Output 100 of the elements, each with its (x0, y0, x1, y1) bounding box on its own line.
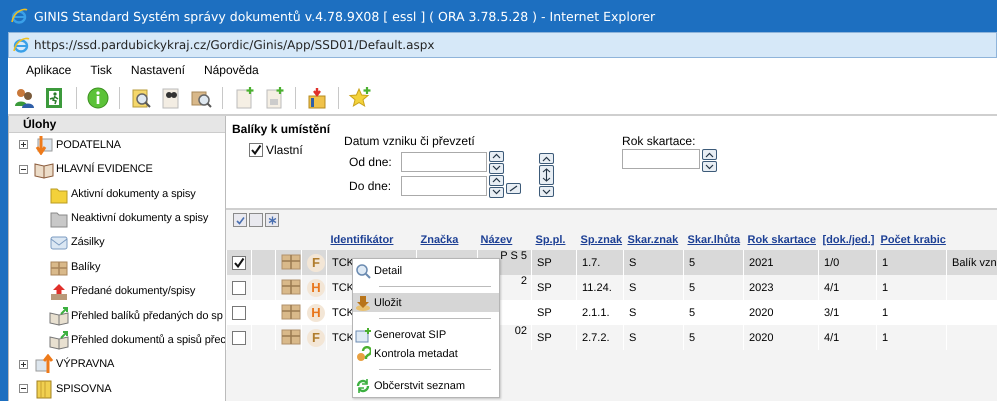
table-cell: SP (537, 282, 552, 294)
tree-item[interactable]: Neaktivní dokumenty a spisy (71, 212, 208, 224)
column-header[interactable]: Skar.znak (628, 234, 678, 246)
column-header[interactable]: Název (480, 234, 512, 246)
caret-up-icon (542, 156, 552, 162)
column-header[interactable]: Rok skartace (748, 234, 816, 246)
menu-item[interactable]: Generovat SIP (353, 325, 499, 344)
table-cell: 5 (689, 332, 696, 344)
from-date-field[interactable] (401, 152, 488, 172)
table-cell: 4/1 (824, 282, 840, 294)
column-header[interactable]: [dok./jed.] (822, 234, 874, 246)
menu-item[interactable]: Detail (353, 261, 499, 280)
column-header[interactable]: Značka (420, 234, 458, 246)
table-cell-text: 02 (514, 325, 527, 337)
menu-item[interactable]: Tisk (82, 63, 123, 77)
menu-item[interactable]: Uložit (353, 293, 499, 312)
expand-icon[interactable] (19, 140, 28, 150)
tree-item[interactable]: Balíky (71, 260, 100, 273)
tree-item[interactable]: Zásilky (71, 236, 105, 248)
refresh-icon (355, 378, 371, 394)
caret-up-icon (705, 152, 714, 158)
row-checkbox[interactable] (232, 306, 246, 320)
up-arrow-button[interactable] (489, 174, 504, 186)
tree-item[interactable]: HLAVNÍ EVIDENCE (56, 163, 153, 176)
collapse-icon[interactable] (19, 164, 28, 174)
column-header[interactable]: Sp.znak (580, 234, 622, 246)
table-cell: SP (537, 256, 552, 268)
upload-arrow-icon (49, 281, 69, 302)
info-icon[interactable] (85, 85, 111, 111)
browser-logo-icon (12, 36, 30, 54)
address-bar[interactable]: https://ssd.pardubickykraj.cz/Gordic/Ginis/App/SSD01/Default.aspx (8, 32, 997, 58)
down-arrow-button[interactable] (539, 186, 554, 197)
question-mark-icon (355, 346, 371, 362)
row-checkbox[interactable] (232, 256, 246, 270)
table-cell: 2020 (749, 306, 774, 318)
type-letter: F (307, 254, 325, 272)
table-cell: 2.1.1. (582, 306, 610, 318)
own-checkbox[interactable] (249, 143, 263, 157)
check-all-button[interactable] (233, 213, 247, 227)
type-letter: H (307, 278, 325, 296)
menu-item[interactable]: Nastavení (122, 63, 196, 77)
tree-item[interactable]: SPISOVNA (56, 382, 112, 395)
type-letter: H (307, 304, 325, 322)
tree-item[interactable]: Přehled balíků předaných do sp (71, 310, 223, 322)
table-cell: 1.7. (582, 256, 600, 268)
table-cell: S (629, 282, 636, 294)
parcel-icon (281, 302, 301, 320)
table-cell: 1 (882, 332, 888, 344)
table-cell-text: 2 (520, 275, 527, 287)
browser-logo-icon (10, 7, 28, 25)
filter-title: Balíky k umístění (232, 122, 330, 136)
tree-item[interactable]: PODATELNA (56, 138, 121, 151)
up-arrow-button[interactable] (539, 153, 554, 164)
table-cell: 5 (689, 282, 696, 294)
expand-icon[interactable] (19, 360, 28, 369)
archive-icon (34, 378, 54, 399)
table-cell: SP (537, 332, 552, 344)
slash-icon (509, 185, 518, 192)
invert-selection-button[interactable] (265, 213, 279, 227)
shred-year-label: Rok skartace: (622, 134, 696, 148)
menu-item[interactable]: Nápověda (196, 63, 270, 77)
tree-item[interactable]: Předané dokumenty/spisy (71, 285, 196, 298)
tree-item[interactable]: VÝPRAVNA (56, 358, 114, 370)
table-cell: 5 (689, 306, 696, 318)
table-cell-text: P S 5 (499, 250, 527, 262)
menu-item[interactable]: Aplikace (18, 63, 82, 77)
table-cell: 2.7.2. (582, 332, 610, 344)
up-down-arrow-button[interactable] (539, 165, 554, 185)
shred-year-field[interactable] (622, 149, 700, 169)
book-arrow-icon (49, 306, 69, 326)
table-cell: S (629, 306, 636, 318)
down-arrow-icon (355, 294, 371, 310)
parcel-icon (281, 327, 301, 345)
down-arrow-button[interactable] (702, 161, 718, 172)
table-cell: 3/1 (824, 306, 840, 318)
column-header[interactable]: Počet krabic (880, 234, 946, 246)
up-arrow-button[interactable] (702, 149, 718, 160)
uncheck-all-button[interactable] (249, 213, 263, 227)
menu-item[interactable]: Kontrola metadat (353, 344, 499, 363)
column-header[interactable]: Skar.lhůta (688, 234, 740, 246)
date-group-label: Datum vzniku či převzetí (344, 134, 476, 148)
sidebar-title: Úlohy (9, 116, 225, 133)
column-header[interactable]: Sp.pl. (536, 234, 566, 246)
down-arrow-button[interactable] (489, 186, 504, 198)
down-arrow-button[interactable] (489, 162, 504, 174)
clear-date-button[interactable] (506, 183, 522, 194)
row-checkbox[interactable] (232, 280, 246, 294)
table-cell: 2021 (749, 256, 774, 268)
window-title: GINIS Standard Systém správy dokumentů v.4.78.9X08 [ essl ] ( ORA 3.78.5.28 ) - Internet Explorer (34, 8, 656, 24)
column-header[interactable]: Identifikátor (330, 234, 394, 246)
menu-item[interactable]: Občerstvit seznam (353, 376, 499, 395)
table-cell: 11.24. (582, 282, 612, 294)
collapse-icon[interactable] (19, 384, 28, 394)
row-checkbox[interactable] (232, 330, 246, 344)
up-arrow-button[interactable] (489, 150, 504, 162)
tree-item[interactable]: Aktivní dokumenty a spisy (71, 188, 196, 200)
to-date-field[interactable] (401, 176, 488, 196)
table-cell: 1 (882, 306, 888, 318)
caret-down-icon (705, 164, 714, 170)
own-label: Vlastní (266, 143, 303, 157)
